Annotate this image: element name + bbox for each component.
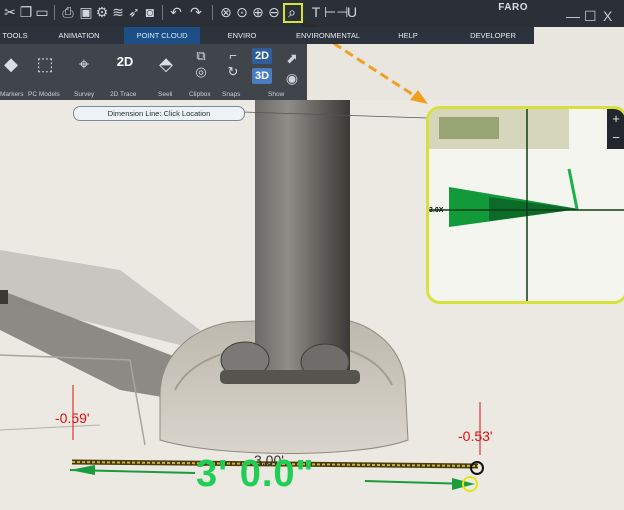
clipbox-button[interactable]: ⧉ ◎ xyxy=(188,48,214,88)
zoom-extents-icon[interactable]: ⊗ xyxy=(218,4,234,20)
toolbar-separator xyxy=(54,5,55,20)
ribbon-label: Clipbox xyxy=(189,91,211,98)
cube-icon: ⬚ xyxy=(36,54,54,74)
send-icon[interactable]: ➶ xyxy=(126,4,142,20)
tab-point-cloud[interactable]: POINT CLOUD xyxy=(124,27,200,44)
paste-icon[interactable]: ▭ xyxy=(34,4,50,20)
zoom-in-icon[interactable]: ⊕ xyxy=(250,4,266,20)
ribbon-label: Show xyxy=(268,91,285,98)
tab-animation[interactable]: ANIMATION xyxy=(38,27,120,44)
ribbon-label: Markers xyxy=(0,91,24,98)
toolbar-separator xyxy=(162,5,163,20)
ribbon-label: Snaps xyxy=(222,91,241,98)
pc-models-button[interactable]: ⬚ xyxy=(26,48,64,88)
copy-icon[interactable]: ❐ xyxy=(18,4,34,20)
restore-button[interactable]: ☐ xyxy=(584,9,597,23)
save-icon[interactable]: ▣ xyxy=(78,4,94,20)
redo-icon[interactable]: ↷ xyxy=(188,4,204,20)
tab-environmental[interactable]: ENVIRONMENTAL xyxy=(284,27,360,44)
magnifier-highlight xyxy=(283,3,303,23)
minimize-button[interactable]: — xyxy=(566,9,580,23)
status-prompt: Dimension Line: Click Location xyxy=(73,106,245,121)
magnifier-controls: + − xyxy=(607,109,624,149)
tab-developer[interactable]: DEVELOPER xyxy=(452,27,534,44)
print-icon[interactable]: ⎙ xyxy=(60,4,76,20)
dimension-icon[interactable]: ⊢⊣ xyxy=(324,4,348,20)
magnifier-zoom-out-icon[interactable]: − xyxy=(609,131,623,145)
ribbon-label: Survey xyxy=(74,91,95,98)
snaps-icon: ⌐ ↻ xyxy=(227,48,239,79)
top-toolbar: ✂ ❐ ▭ ⎙ ▣ ⚙ ≋ ➶ ◙ ↶ ↷ ⊗ ⊙ ⊕ ⊖ ⌕ T ⊢⊣ U F… xyxy=(0,0,624,27)
magnifier-zoom-in-icon[interactable]: + xyxy=(609,112,623,126)
seeli-button[interactable]: ⬘ xyxy=(150,48,182,88)
underline-icon[interactable]: U xyxy=(344,4,360,20)
camera-icon[interactable]: ◙ xyxy=(142,4,158,20)
tab-help[interactable]: HELP xyxy=(364,27,452,44)
tab-tools[interactable]: TOOLS xyxy=(0,27,30,44)
dimension-length-large: 3' 0.0" xyxy=(196,453,315,495)
ribbon-label: Seeli xyxy=(158,91,173,98)
left-height-label: -0.59' xyxy=(55,410,90,426)
view-3d-button[interactable]: 3D xyxy=(252,68,272,84)
zoom-out-icon[interactable]: ⊖ xyxy=(266,4,282,20)
clipbox-icon: ⧉ ◎ xyxy=(195,48,207,79)
ribbon-label: 2D Trace xyxy=(110,91,137,98)
trace-2d-button[interactable]: 2D xyxy=(104,48,146,88)
ribbon: ◆ ⬚ ⌖ 2D ⬘ ⧉ ◎ ⌐ ↻ 2D 3D ⬈ ◉ Markers PC Mo… xyxy=(0,44,307,100)
seeli-icon: ⬘ xyxy=(159,54,173,74)
ribbon-label: PC Models xyxy=(28,91,60,98)
right-height-label: -0.53' xyxy=(458,428,493,444)
close-button[interactable]: X xyxy=(603,9,612,23)
markers-icon: ◆ xyxy=(4,54,18,74)
trace-2d-badge: 2D xyxy=(116,54,134,69)
menu-tabs: TOOLS ANIMATION POINT CLOUD ENVIRO ENVIR… xyxy=(0,27,534,44)
survey-icon: ⌖ xyxy=(78,54,90,74)
survey-button[interactable]: ⌖ xyxy=(68,48,100,88)
settings-icon[interactable]: ⚙ xyxy=(94,4,110,20)
target-icon[interactable]: ◉ xyxy=(284,70,300,86)
scissors-icon[interactable]: ✂ xyxy=(2,4,18,20)
undo-icon[interactable]: ↶ xyxy=(168,4,184,20)
zoom-window-icon[interactable]: ⊙ xyxy=(234,4,250,20)
tab-enviro[interactable]: ENVIRO xyxy=(204,27,280,44)
view-2d-button[interactable]: 2D xyxy=(252,48,272,64)
magnifier-view xyxy=(429,109,624,301)
toolbar-separator xyxy=(212,5,213,20)
magnifier-window[interactable]: 3.0X + − xyxy=(426,106,624,304)
snaps-button[interactable]: ⌐ ↻ xyxy=(220,48,246,88)
text-icon[interactable]: T xyxy=(308,4,324,20)
markers-button[interactable]: ◆ xyxy=(0,48,22,88)
layers-icon[interactable]: ≋ xyxy=(110,4,126,20)
brand-logo: FARO xyxy=(498,2,528,13)
magnifier-zoom-level: 3.0X xyxy=(429,207,444,214)
export-icon[interactable]: ⬈ xyxy=(284,50,300,66)
